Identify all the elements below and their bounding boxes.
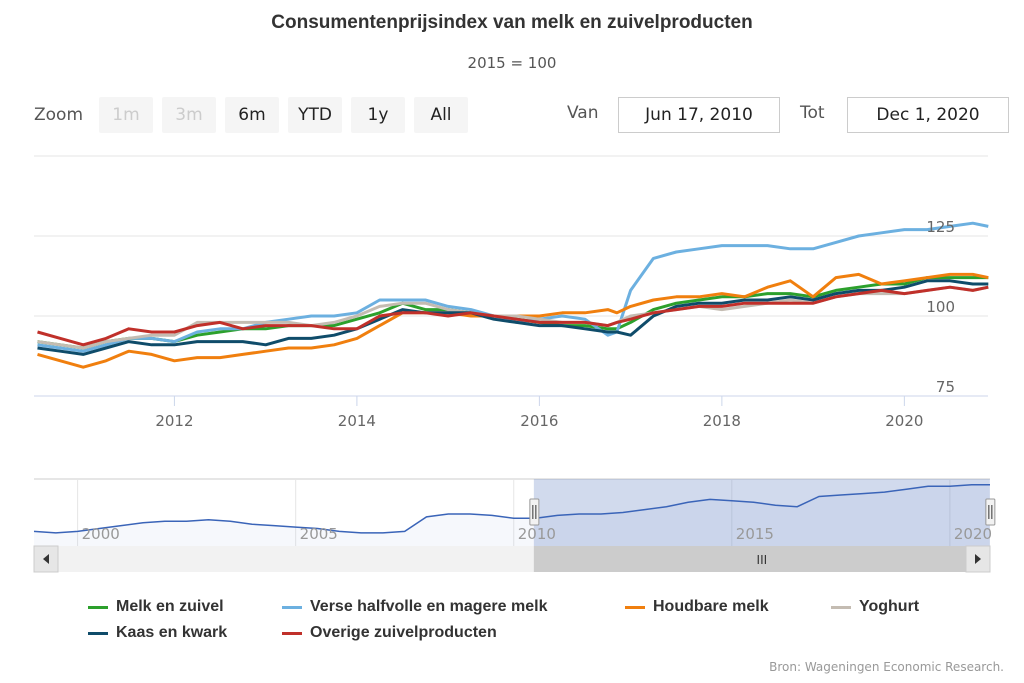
chart-canvas: 2012 2014 2016 2018 2020 75 100 125 2000 2005 20…	[33, 155, 996, 573]
series-line-melk-en-zuivel[interactable]	[37, 276, 989, 350]
legend-swatch	[88, 631, 108, 635]
navigator-tick-label: 2005	[300, 525, 338, 543]
navigator-tick-label: 2020	[954, 525, 992, 543]
legend-label: Melk en zuivel	[116, 598, 224, 615]
legend-label: Overige zuivelproducten	[310, 624, 497, 641]
y-tick-label: 100	[926, 298, 955, 316]
y-tick-label: 125	[926, 218, 955, 236]
legend-swatch	[831, 605, 851, 609]
navigator-right-handle[interactable]	[985, 498, 996, 526]
legend-item-houdbare-melk[interactable]: Houdbare melk	[625, 598, 769, 616]
legend-swatch	[282, 605, 302, 609]
legend-label: Kaas en kwark	[116, 624, 228, 641]
navigator-tick-label: 2000	[82, 525, 120, 543]
x-tick-label: 2018	[703, 412, 741, 430]
x-tick-label: 2020	[885, 412, 923, 430]
navigator-tick-label: 2015	[736, 525, 774, 543]
legend-swatch	[625, 605, 645, 609]
scrollbar-right-button[interactable]	[965, 545, 991, 573]
legend-label: Houdbare melk	[653, 598, 769, 615]
legend-item-kaas-en-kwark[interactable]: Kaas en kwark	[88, 624, 227, 642]
scrollbar-grip-icon: III	[757, 553, 768, 567]
legend-item-overige-zuivelproducten[interactable]: Overige zuivelproducten	[282, 624, 497, 642]
x-tick-label: 2016	[520, 412, 558, 430]
x-tick-label: 2014	[338, 412, 376, 430]
legend-swatch	[88, 605, 108, 609]
legend-item-yoghurt[interactable]: Yoghurt	[831, 598, 919, 616]
scrollbar-left-button[interactable]	[33, 545, 59, 573]
legend-label: Yoghurt	[859, 598, 920, 615]
y-tick-label: 75	[936, 378, 955, 396]
x-tick-label: 2012	[155, 412, 193, 430]
legend-swatch	[282, 631, 302, 635]
credit-text[interactable]: Bron: Wageningen Economic Research.	[769, 660, 1004, 674]
navigator-left-handle[interactable]	[529, 498, 540, 526]
navigator-tick-label: 2010	[518, 525, 556, 543]
legend-item-verse-halfvolle-en-magere-melk[interactable]: Verse halfvolle en magere melk	[282, 598, 547, 616]
legend-item-melk-en-zuivel[interactable]: Melk en zuivel	[88, 598, 224, 616]
legend-label: Verse halfvolle en magere melk	[310, 598, 548, 615]
